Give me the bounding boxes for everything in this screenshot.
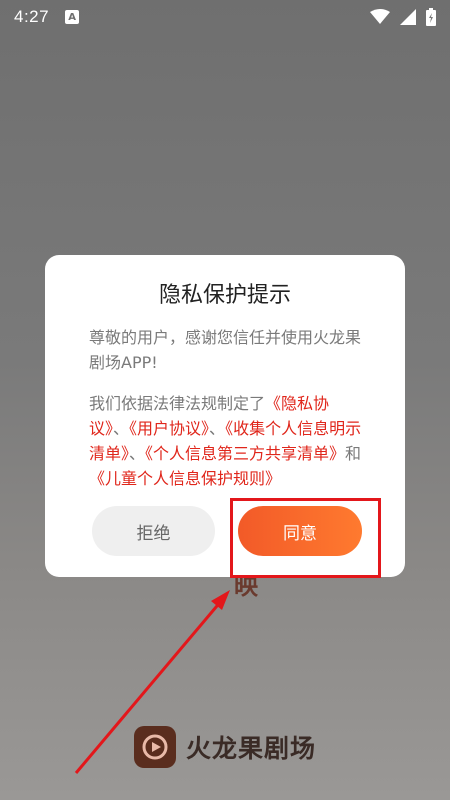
separator: 和	[345, 444, 362, 463]
policy-intro: 我们依据法律法规制定了	[89, 394, 266, 413]
annotation-highlight-box	[230, 498, 381, 578]
third-party-sharing-list-link[interactable]: 《个人信息第三方共享清单》	[145, 444, 345, 463]
status-icons	[370, 8, 436, 26]
user-agreement-link[interactable]: 《用户协议》	[129, 419, 209, 438]
dialog-body[interactable]: 尊敬的用户，感谢您信任并使用火龙果剧场APP! 我们依据法律法规制定了《隐私协议…	[89, 325, 365, 490]
separator: 、	[113, 419, 130, 438]
play-logo-icon	[133, 726, 176, 768]
decline-button[interactable]: 拒绝	[92, 506, 215, 556]
separator: 、	[209, 419, 226, 438]
status-bar: 4:27 A	[0, 0, 450, 34]
app-logo: 火龙果剧场	[0, 722, 450, 772]
wifi-icon	[370, 9, 390, 24]
dialog-paragraph-policies: 我们依据法律法规制定了《隐私协议》、《用户协议》、《收集个人信息明示清单》、《个…	[89, 391, 365, 490]
battery-icon	[426, 8, 436, 26]
status-time: 4:27	[14, 7, 50, 26]
signal-icon	[400, 9, 416, 25]
notification-a-icon: A	[65, 10, 80, 24]
dialog-paragraph-welcome: 尊敬的用户，感谢您信任并使用火龙果剧场APP!	[89, 328, 362, 372]
separator: 、	[129, 444, 146, 463]
app-name: 火龙果剧场	[185, 734, 316, 763]
dialog-title: 隐私保护提示	[158, 283, 291, 308]
child-info-protection-link[interactable]: 《儿童个人信息保护规则》	[89, 469, 281, 488]
